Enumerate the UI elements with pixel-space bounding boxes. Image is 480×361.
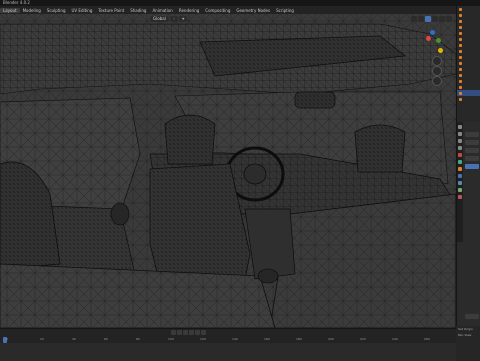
property-field-selected[interactable] [465, 164, 479, 169]
wireframe-shading-button[interactable] [425, 15, 431, 22]
physics-tab-icon[interactable] [458, 181, 462, 185]
frame-tick: 240 [392, 337, 398, 341]
mesh-icon [459, 85, 462, 89]
render-tab-icon[interactable] [458, 132, 462, 136]
tab-layout[interactable]: Layout [0, 7, 20, 13]
mesh-icon [459, 7, 462, 11]
frame-tick: 60 [104, 337, 108, 341]
tab-sculpting[interactable]: Sculpting [44, 8, 69, 13]
timeline-track[interactable] [0, 343, 456, 361]
properties-panel [456, 122, 480, 328]
output-tab-icon[interactable] [458, 139, 462, 143]
timeline-header [0, 329, 480, 336]
frame-tick: 120 [200, 337, 206, 341]
property-field[interactable] [465, 132, 479, 137]
navigation-gizmo[interactable] [422, 30, 446, 92]
mesh-icon [459, 19, 462, 23]
frame-tick: 100 [168, 337, 174, 341]
tab-shading[interactable]: Shading [127, 8, 149, 13]
tab-scripting[interactable]: Scripting [273, 8, 297, 13]
mesh-icon [459, 37, 462, 41]
material-shading-button[interactable] [439, 15, 445, 22]
world-tab-icon[interactable] [458, 160, 462, 164]
snap-toggle[interactable]: ⌖ [179, 15, 188, 22]
mesh-icon [459, 43, 462, 47]
frame-tick: 260 [424, 337, 430, 341]
solid-shading-button[interactable] [432, 15, 438, 22]
x-axis-icon[interactable] [426, 36, 431, 41]
mesh-icon [459, 25, 462, 29]
frame-tick: 140 [232, 337, 238, 341]
window-title: Blender 4.0.2 [3, 0, 30, 5]
3d-viewport[interactable]: Global ◦ ⌖ [0, 14, 456, 328]
modifier-tab-icon[interactable] [458, 174, 462, 178]
tab-rendering[interactable]: Rendering [176, 8, 202, 13]
tab-texture-paint[interactable]: Texture Paint [95, 8, 127, 13]
scene-tab-icon[interactable] [458, 153, 462, 157]
next-keyframe-icon[interactable] [195, 330, 200, 335]
mesh-icon [459, 13, 462, 17]
wireframe-car-interior [0, 14, 456, 328]
mesh-icon [459, 91, 462, 95]
pan-hand-icon[interactable] [432, 66, 442, 76]
property-field[interactable] [465, 148, 479, 153]
view-center-icon[interactable] [438, 48, 443, 53]
mesh-icon [459, 31, 462, 35]
frame-tick: 40 [72, 337, 76, 341]
frame-tick: 0 [6, 337, 8, 341]
mesh-icon [459, 79, 462, 83]
transform-orientation-dropdown[interactable]: Global [150, 15, 169, 22]
tab-uv-editing[interactable]: UV Editing [69, 8, 96, 13]
frame-tick: 80 [136, 337, 140, 341]
pivot-dropdown[interactable]: ◦ [169, 15, 179, 22]
property-field[interactable] [465, 140, 479, 145]
camera-view-icon[interactable] [432, 76, 442, 86]
mesh-icon [459, 97, 462, 101]
xray-toggle[interactable] [418, 15, 424, 22]
z-axis-icon[interactable] [430, 30, 435, 35]
outliner-panel [456, 6, 480, 122]
status-item: Pan View [458, 333, 472, 337]
play-reverse-icon[interactable] [183, 330, 188, 335]
play-icon[interactable] [189, 330, 194, 335]
property-field[interactable] [465, 314, 479, 319]
jump-start-icon[interactable] [171, 330, 176, 335]
tab-compositing[interactable]: Compositing [202, 8, 233, 13]
workspace-tabs: Layout Modeling Sculpting UV Editing Tex… [0, 6, 480, 14]
frame-tick: 20 [40, 337, 44, 341]
properties-tabs [457, 122, 463, 242]
viewport-header: Global ◦ ⌖ [0, 14, 456, 23]
tool-tab-icon[interactable] [458, 125, 462, 129]
prev-keyframe-icon[interactable] [177, 330, 182, 335]
object-tab-icon[interactable] [458, 167, 462, 171]
frame-tick: 200 [328, 337, 334, 341]
view-layer-tab-icon[interactable] [458, 146, 462, 150]
status-panel: Set Origin Pan View [456, 326, 480, 360]
mesh-icon [459, 49, 462, 53]
tab-modeling[interactable]: Modeling [20, 8, 44, 13]
mesh-icon [459, 61, 462, 65]
jump-end-icon[interactable] [201, 330, 206, 335]
tab-geometry-nodes[interactable]: Geometry Nodes [233, 8, 273, 13]
mesh-icon [459, 67, 462, 71]
overlay-toggle[interactable] [411, 15, 417, 22]
property-field[interactable] [465, 156, 479, 161]
data-tab-icon[interactable] [458, 188, 462, 192]
material-tab-icon[interactable] [458, 195, 462, 199]
frame-tick: 160 [264, 337, 270, 341]
frame-tick: 220 [360, 337, 366, 341]
mesh-icon [459, 73, 462, 77]
tab-animation[interactable]: Animation [149, 8, 175, 13]
frame-tick: 180 [296, 337, 302, 341]
outliner-row[interactable] [457, 96, 480, 102]
mesh-icon [459, 55, 462, 59]
zoom-icon[interactable] [432, 56, 442, 66]
timeline-editor: 0 20 40 60 80 100 120 140 160 180 200 22… [0, 328, 480, 361]
y-axis-icon[interactable] [436, 38, 441, 43]
rendered-shading-button[interactable] [446, 15, 452, 22]
